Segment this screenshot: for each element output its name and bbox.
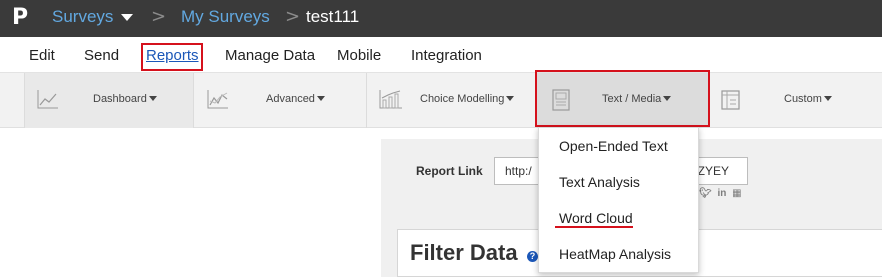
custom-report-icon — [721, 90, 740, 110]
line-chart-icon — [37, 90, 58, 109]
bar-line-chart-icon — [379, 90, 402, 109]
top-bar: P Surveys > My Surveys > test111 — [0, 0, 882, 37]
toolbar-label: Dashboard — [93, 93, 157, 105]
nav-item-manage-data[interactable]: Manage Data — [225, 47, 315, 64]
menu-item-heatmap-analysis[interactable]: HeatMap Analysis — [559, 246, 671, 262]
twitter-icon[interactable]: 🐦︎ — [699, 188, 712, 199]
breadcrumb-surveys[interactable]: Surveys — [52, 7, 113, 27]
breadcrumb-my-surveys[interactable]: My Surveys — [181, 7, 270, 27]
text-media-highlight-box — [535, 70, 710, 127]
text-media-dropdown: Open-Ended Text Text Analysis Word Cloud… — [538, 127, 699, 273]
help-icon[interactable]: ? — [527, 251, 538, 262]
toolbar-label: Advanced — [266, 93, 325, 105]
secondary-nav: Edit Send Reports Manage Data Mobile Int… — [0, 37, 882, 73]
report-toolbar: Dashboard Advanced Choice Modelling Text… — [0, 73, 882, 128]
toolbar-choice-modelling[interactable]: Choice Modelling — [367, 73, 537, 128]
toolbar-label: Choice Modelling — [420, 93, 515, 105]
share-icons: 🐦︎ in ▦ — [699, 188, 742, 199]
app-logo[interactable]: P — [12, 5, 28, 30]
nav-item-integration[interactable]: Integration — [411, 47, 482, 64]
word-cloud-underline — [555, 226, 633, 228]
breadcrumb-separator: > — [151, 6, 167, 27]
menu-item-text-analysis[interactable]: Text Analysis — [559, 174, 640, 190]
breadcrumb-survey-name: test111 — [306, 7, 360, 26]
toolbar-dashboard[interactable]: Dashboard — [25, 73, 193, 128]
menu-item-open-ended-text[interactable]: Open-Ended Text — [559, 138, 668, 154]
linkedin-icon[interactable]: in — [717, 188, 726, 199]
toolbar-label: Custom — [784, 93, 832, 105]
breadcrumb-separator: > — [285, 6, 301, 27]
toolbar-advanced[interactable]: Advanced — [194, 73, 366, 128]
nav-item-mobile[interactable]: Mobile — [337, 47, 381, 64]
nav-item-send[interactable]: Send — [84, 47, 119, 64]
qr-code-icon[interactable]: ▦ — [732, 188, 741, 199]
reports-highlight-box — [141, 43, 203, 71]
nav-item-edit[interactable]: Edit — [29, 47, 55, 64]
menu-item-word-cloud[interactable]: Word Cloud — [559, 210, 633, 226]
report-link-label: Report Link — [416, 164, 483, 178]
trend-chart-icon — [207, 90, 228, 109]
filter-data-title: Filter Data — [410, 240, 518, 265]
chevron-down-icon[interactable] — [121, 14, 133, 21]
toolbar-custom[interactable]: Custom — [709, 73, 882, 128]
